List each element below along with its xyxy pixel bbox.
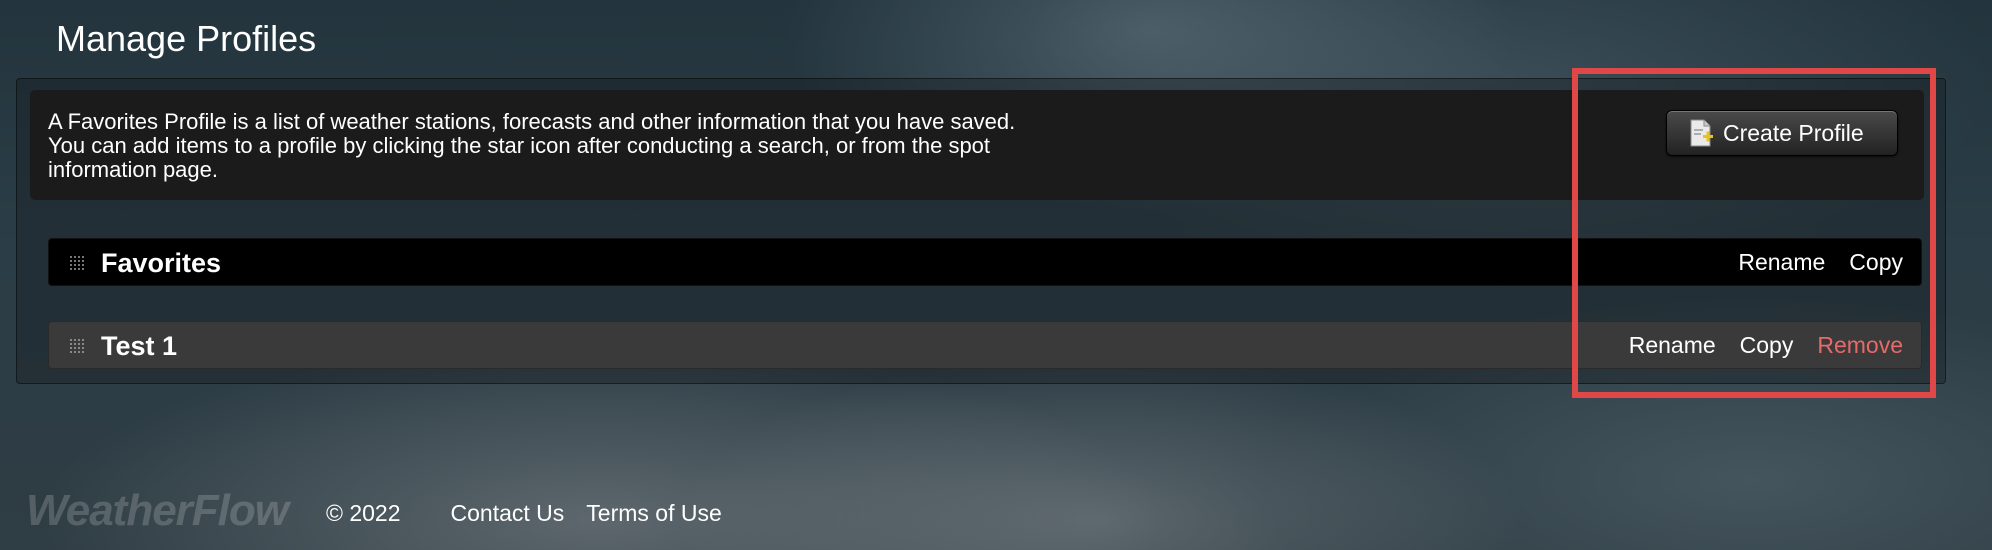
contact-us-link[interactable]: Contact Us	[451, 500, 565, 527]
page-title: Manage Profiles	[56, 18, 317, 59]
terms-of-use-link[interactable]: Terms of Use	[586, 500, 721, 527]
drag-handle-icon[interactable]	[69, 338, 85, 354]
weatherflow-logo: WeatherFlow	[26, 486, 289, 535]
info-text: A Favorites Profile is a list of weather…	[48, 109, 1016, 182]
highlight-annotation-box	[1572, 68, 1936, 398]
profile-name[interactable]: Favorites	[101, 248, 221, 279]
profile-name[interactable]: Test 1	[101, 331, 177, 362]
drag-handle-icon[interactable]	[69, 255, 85, 271]
copyright-text: © 2022	[326, 500, 401, 526]
footer: © 2022 Contact Us Terms of Use	[326, 500, 744, 527]
